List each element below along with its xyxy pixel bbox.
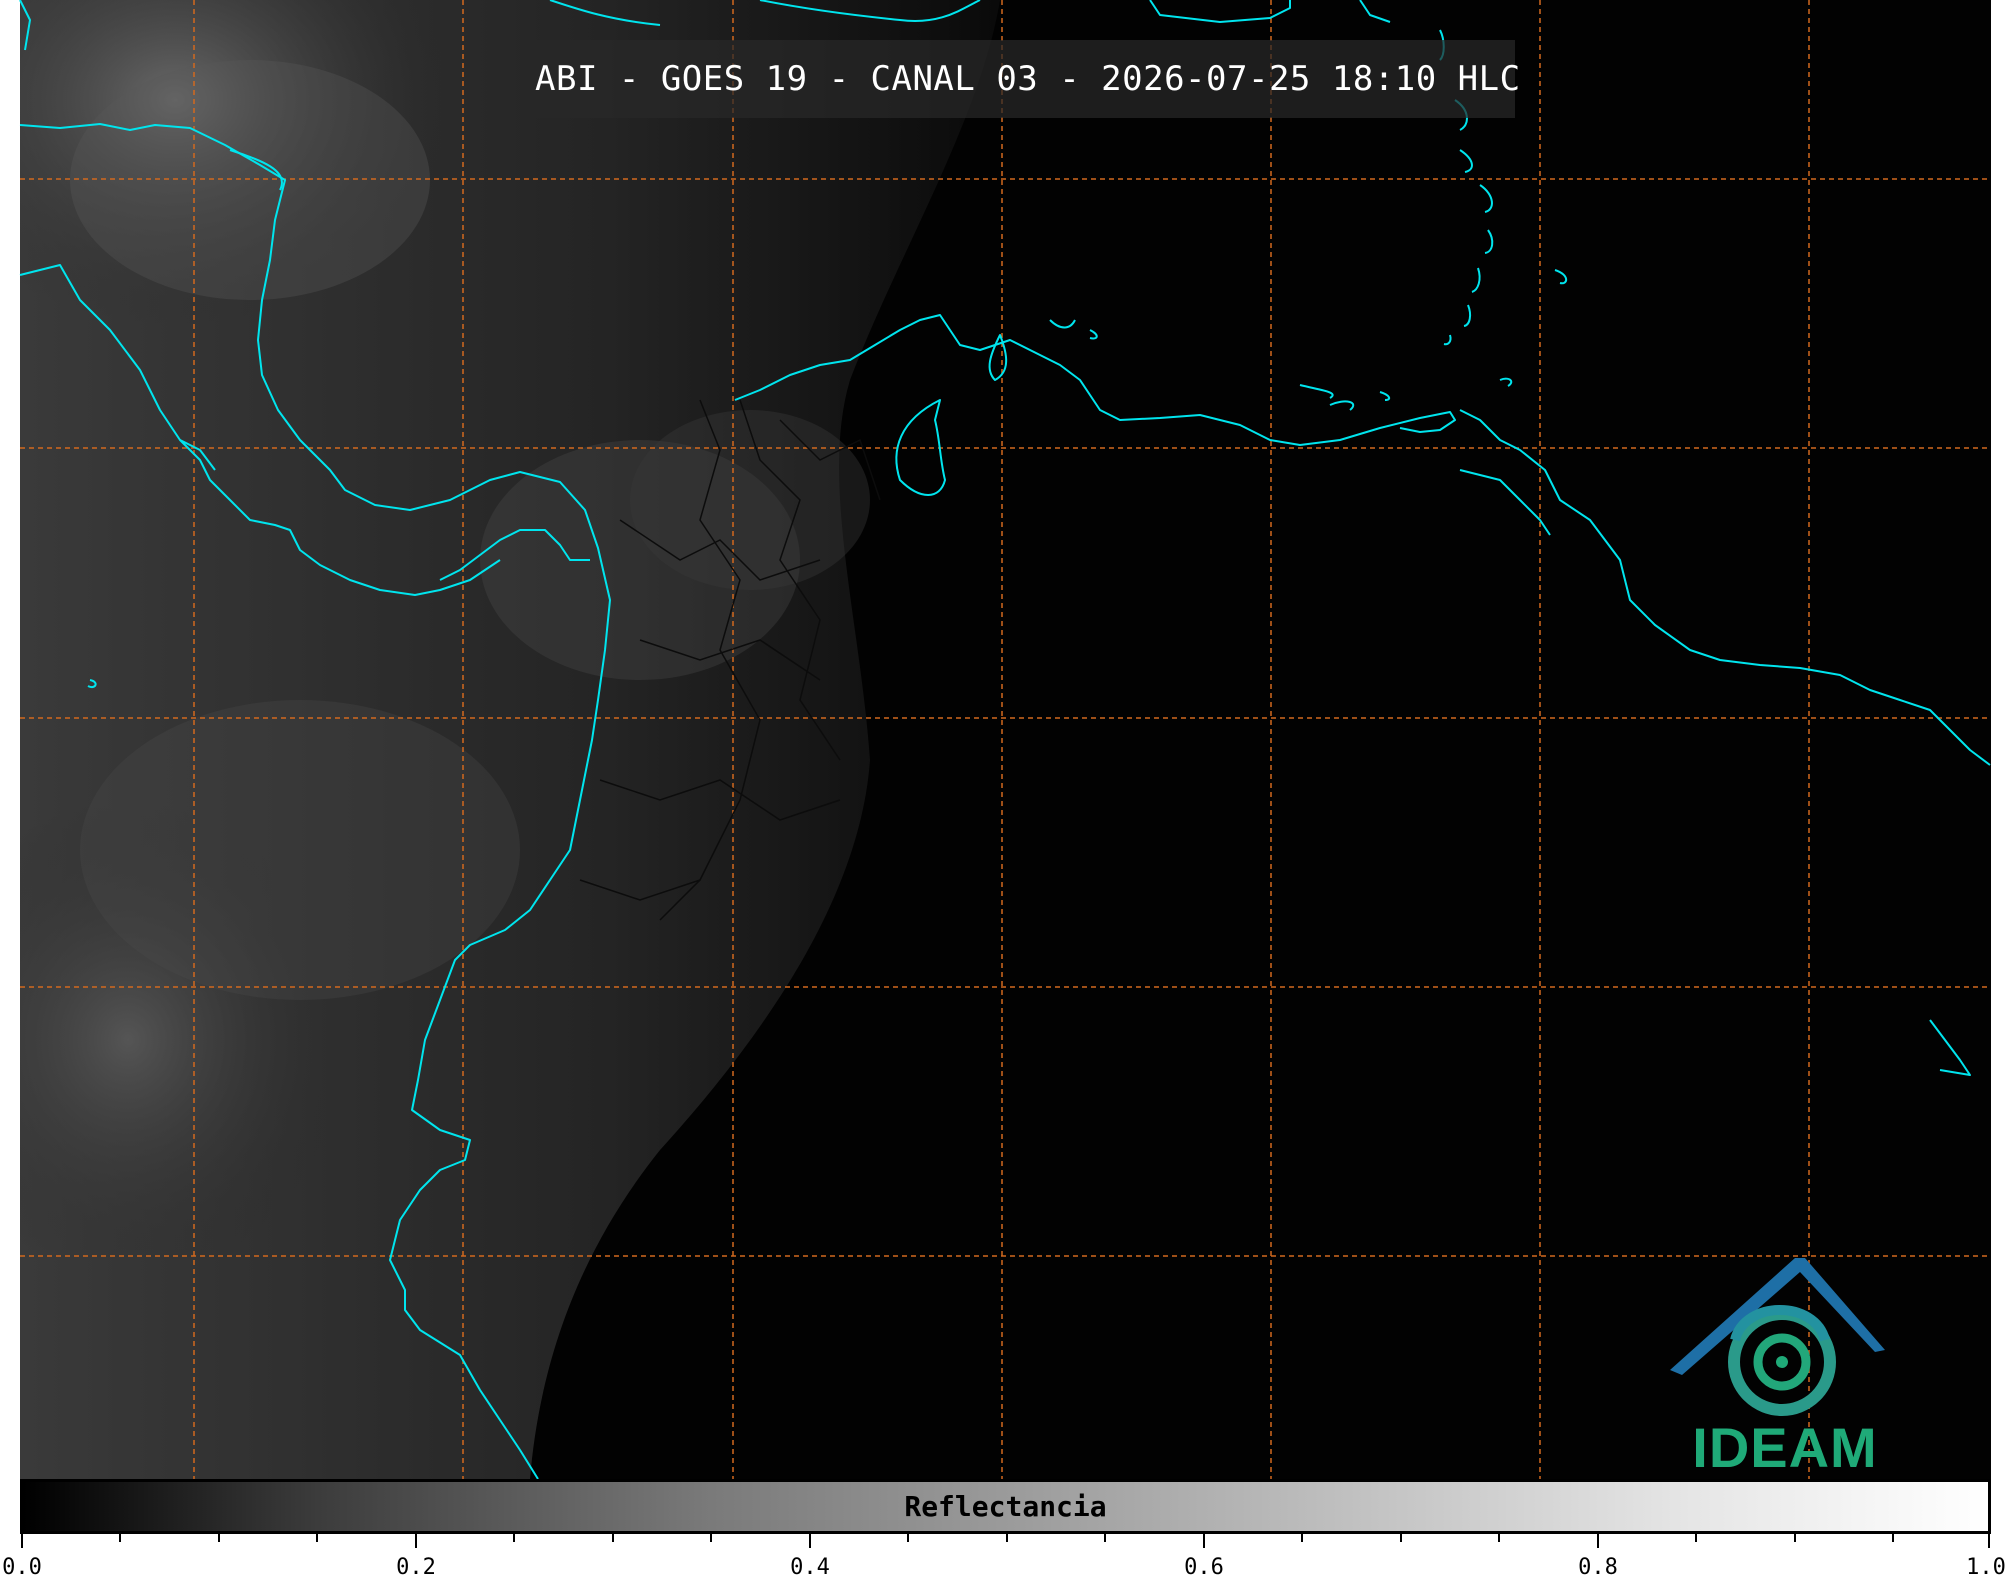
- colorbar-ticks: [21, 1534, 1990, 1548]
- satellite-image-page: ABI - GOES 19 - CANAL 03 - 2026-07-25 18…: [0, 0, 2011, 1577]
- colorbar-tick-label: 0.6: [1184, 1555, 1224, 1577]
- colorbar-tick-label: 0.0: [2, 1555, 42, 1577]
- colorbar-tick-label: 0.8: [1578, 1555, 1618, 1577]
- colorbar-tick-marks: [21, 1534, 1990, 1548]
- colorbar-tick-label: 0.4: [790, 1555, 830, 1577]
- colorbar-tick-label: 1.0: [1966, 1555, 2006, 1577]
- colorbar-tick-label: 0.2: [396, 1555, 436, 1577]
